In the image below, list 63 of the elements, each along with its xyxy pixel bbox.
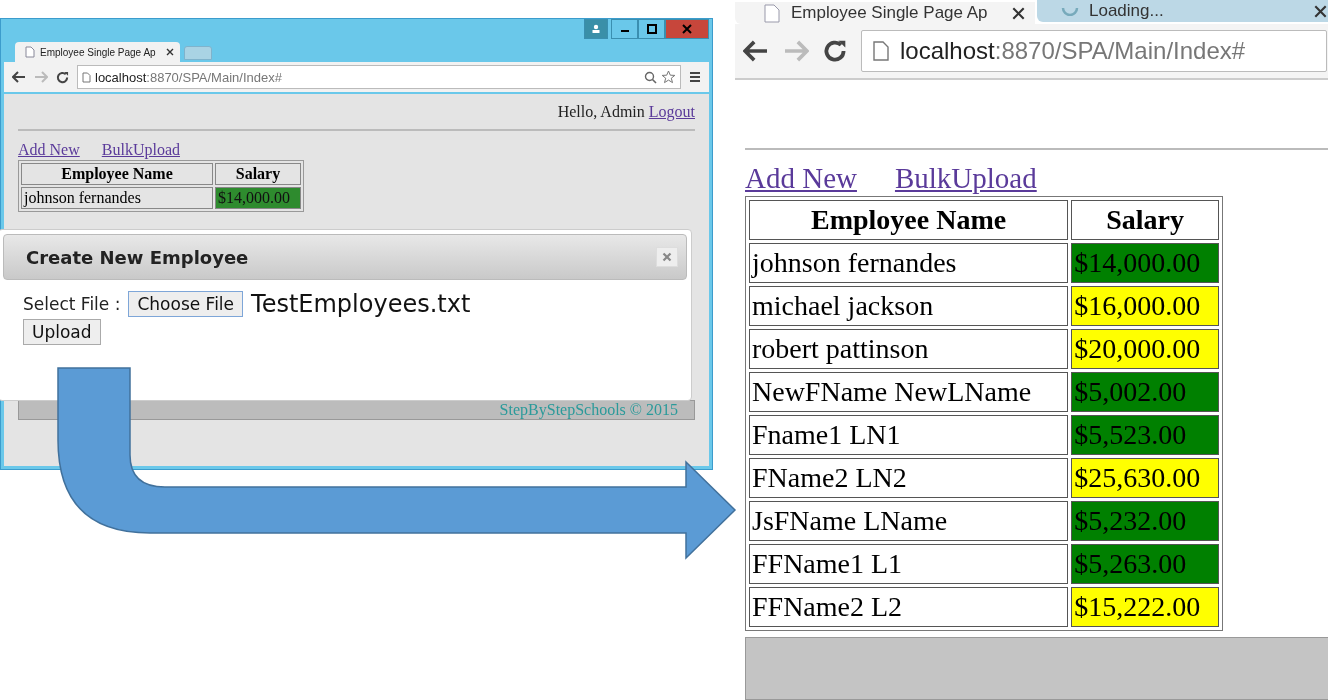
page-link[interactable]: Add New [745, 162, 857, 195]
browser-tab[interactable]: Loading... [1037, 0, 1328, 22]
table-cell: robert pattinson [749, 329, 1069, 369]
back-icon[interactable] [743, 40, 769, 62]
salary-cell: $20,000.00 [1071, 329, 1219, 369]
field-label: Select File : [23, 294, 121, 314]
choose-file-button[interactable]: Choose File [128, 291, 244, 317]
reload-icon[interactable] [56, 70, 69, 84]
column-header: Salary [215, 163, 301, 185]
back-icon[interactable] [12, 71, 26, 83]
address-bar[interactable]: localhost:8870/SPA/Main/Index# [861, 30, 1327, 72]
table-cell: FFName1 L1 [749, 544, 1069, 584]
close-icon[interactable] [166, 48, 174, 56]
dialog-title: Create New Employee [26, 246, 249, 268]
table-cell: michael jackson [749, 286, 1069, 326]
greeting-text: Hello, Admin [557, 103, 645, 120]
page-link[interactable]: BulkUpload [894, 162, 1037, 195]
browser-tab[interactable]: Employee Single Page Ap [735, 2, 1035, 24]
close-icon [682, 24, 692, 34]
browser-tab[interactable]: Employee Single Page Ap [15, 42, 180, 62]
salary-cell: $25,630.00 [1071, 458, 1219, 498]
menu-icon[interactable] [689, 71, 701, 83]
close-button[interactable] [665, 19, 709, 39]
salary-cell: $5,523.00 [1071, 415, 1219, 455]
address-bar[interactable]: localhost:8870/SPA/Main/Index# [77, 65, 681, 89]
maximize-icon [646, 24, 657, 34]
close-icon[interactable] [1012, 6, 1025, 20]
minimize-button[interactable] [611, 19, 638, 39]
salary-cell: $15,222.00 [1071, 587, 1219, 627]
logout-link[interactable]: Logout [648, 103, 695, 120]
spinner-icon [1061, 6, 1079, 16]
salary-cell: $16,000.00 [1071, 286, 1219, 326]
page-icon [82, 71, 91, 83]
salary-cell: $14,000.00 [215, 187, 301, 209]
person-icon [591, 24, 601, 34]
user-button[interactable] [584, 19, 608, 39]
page-icon [25, 46, 35, 58]
footer-text: StepByStepSchools © 2015 [499, 401, 678, 418]
table-cell: FFName2 L2 [749, 587, 1069, 627]
salary-cell: $5,002.00 [1071, 372, 1219, 412]
table-cell: NewFName NewLName [749, 372, 1069, 412]
table-cell: Fname1 LN1 [749, 415, 1069, 455]
reload-icon[interactable] [823, 39, 847, 63]
salary-cell: $5,263.00 [1071, 544, 1219, 584]
page-icon [872, 40, 890, 62]
star-icon[interactable] [661, 70, 676, 84]
column-header: Employee Name [749, 200, 1069, 240]
close-icon[interactable] [1314, 4, 1327, 18]
salary-cell: $14,000.00 [1071, 243, 1219, 283]
column-header: Employee Name [21, 163, 213, 185]
maximize-button[interactable] [638, 19, 665, 39]
column-header: Salary [1071, 200, 1219, 240]
page-link[interactable]: BulkUpload [101, 141, 180, 159]
page-link[interactable]: Add New [18, 141, 80, 159]
table-cell: johnson fernandes [21, 187, 213, 209]
zoom-icon[interactable] [644, 70, 657, 84]
close-icon [662, 252, 672, 262]
table-cell: JsFName LName [749, 501, 1069, 541]
file-name: TestEmployees.txt [251, 290, 471, 318]
salary-cell: $5,232.00 [1071, 501, 1219, 541]
table-cell: johnson fernandes [749, 243, 1069, 283]
upload-button[interactable]: Upload [23, 319, 101, 345]
table-cell: FName2 LN2 [749, 458, 1069, 498]
